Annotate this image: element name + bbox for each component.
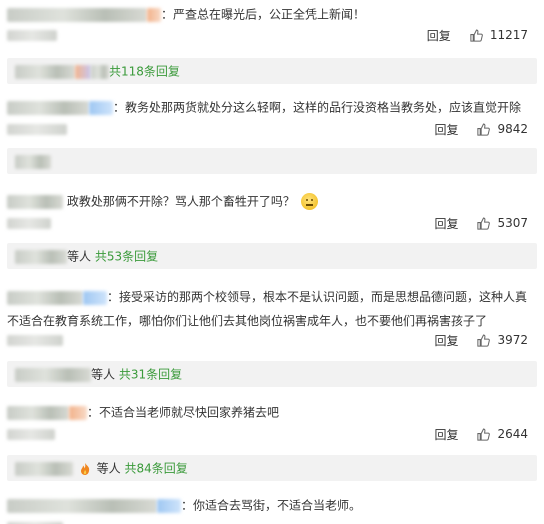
comment-time <box>7 218 51 229</box>
reply-summary: 等人 共31条回复 <box>7 361 537 387</box>
user-badge <box>147 7 161 22</box>
comment-text: ：严查总在曝光后，公正全凭上新闻！ <box>161 7 366 22</box>
reply-count-link[interactable]: 共53条回复 <box>95 250 158 264</box>
reply-button[interactable]: 回复 <box>434 215 458 232</box>
reply-summary: 等人 共53条回复 <box>7 243 537 269</box>
reply-count-link[interactable]: 共84条回复 <box>125 462 188 476</box>
reply-summary: 等人 共84条回复 <box>7 455 537 481</box>
commenter-name[interactable] <box>7 498 157 513</box>
comment-text: ：不适合当老师就尽快回家养猪去吧 <box>87 405 280 420</box>
commenter-name[interactable] <box>7 405 69 420</box>
comment-text: 政教处那俩不开除？骂人那个畜牲开了吗？ <box>66 194 295 209</box>
speechless-face-icon <box>300 193 318 210</box>
user-badge <box>157 498 181 513</box>
user-badge <box>69 405 87 420</box>
reply-button[interactable]: 回复 <box>427 27 451 44</box>
comment-text: ：教务处那两货就处分这么轻啊，这样的品行没资格当教务处，应该直觉开除 <box>113 100 522 115</box>
commenter-name[interactable] <box>7 100 89 115</box>
comment-time <box>7 124 67 135</box>
like-count: 2644 <box>497 427 528 441</box>
like-button[interactable]: 11217 <box>469 28 528 43</box>
like-count: 11217 <box>489 28 528 42</box>
thumbs-up-icon <box>470 29 483 42</box>
comment-time <box>7 429 55 440</box>
reply-button[interactable]: 回复 <box>434 332 458 349</box>
like-button[interactable]: 3972 <box>476 333 528 348</box>
comment-time <box>7 335 63 346</box>
fire-icon <box>80 462 90 475</box>
reply-count-link[interactable]: 共118条回复 <box>109 65 180 79</box>
reply-button[interactable]: 回复 <box>434 121 458 138</box>
reply-summary <box>7 148 537 174</box>
comment-time <box>7 30 57 41</box>
like-count: 3972 <box>497 333 528 347</box>
commenter-name[interactable] <box>7 194 63 209</box>
user-badge <box>83 290 107 305</box>
like-count: 9842 <box>497 122 528 136</box>
reply-summary: 共118条回复 <box>7 58 537 84</box>
like-count: 5307 <box>497 216 528 230</box>
like-button[interactable]: 2644 <box>476 427 528 442</box>
comment-text: ：你适合去骂街，不适合当老师。 <box>181 498 362 513</box>
like-button[interactable]: 9842 <box>476 122 528 137</box>
user-badge <box>89 100 113 115</box>
reply-button[interactable]: 回复 <box>434 426 458 443</box>
thumbs-up-icon <box>477 217 491 230</box>
thumbs-up-icon <box>477 428 491 441</box>
commenter-name[interactable] <box>7 290 83 305</box>
thumbs-up-icon <box>477 334 491 347</box>
reply-count-link[interactable]: 共31条回复 <box>119 368 182 382</box>
thumbs-up-icon <box>477 123 491 136</box>
commenter-name[interactable] <box>7 7 147 22</box>
like-button[interactable]: 5307 <box>476 216 528 231</box>
